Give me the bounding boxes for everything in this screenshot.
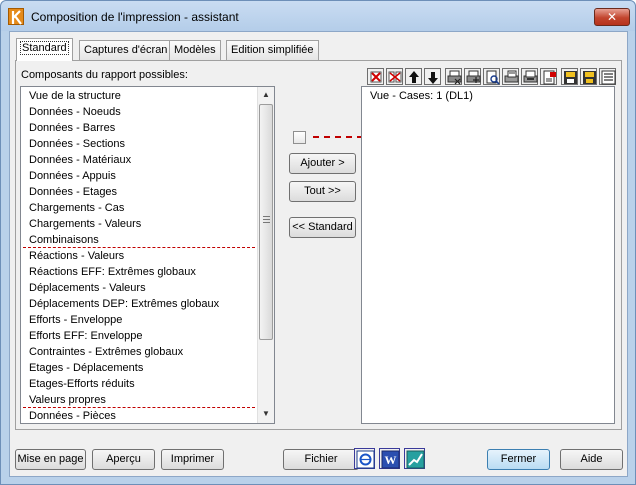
list-item[interactable]: Valeurs propres: [29, 392, 106, 408]
grip-line: [263, 222, 270, 223]
export-word-icon[interactable]: W: [379, 448, 400, 469]
scroll-up-icon[interactable]: ▲: [258, 87, 274, 103]
title-bar[interactable]: Composition de l'impression - assistant …: [1, 1, 635, 31]
print-icon[interactable]: [445, 68, 462, 85]
list-item[interactable]: Efforts - Enveloppe: [29, 312, 122, 328]
tab-edition-simplifiee[interactable]: Edition simplifiée: [226, 40, 319, 60]
list-item[interactable]: Etages-Efforts réduits: [29, 376, 135, 392]
open-template-icon[interactable]: [580, 68, 597, 85]
standard-button[interactable]: << Standard: [289, 217, 356, 238]
available-components-list[interactable]: Vue de la structure Données - Noeuds Don…: [20, 86, 275, 424]
list-item[interactable]: Vue - Cases: 1 (DL1): [370, 88, 473, 104]
separator-style-sample: [313, 136, 363, 138]
list-item[interactable]: Réactions - Valeurs: [29, 248, 124, 264]
list-item[interactable]: Chargements - Cas: [29, 200, 124, 216]
page-setup-icon[interactable]: [540, 68, 557, 85]
list-item[interactable]: Données - Noeuds: [29, 104, 121, 120]
list-item[interactable]: Etages - Déplacements: [29, 360, 143, 376]
list-item[interactable]: Données - Appuis: [29, 168, 116, 184]
report-contents-list[interactable]: Vue - Cases: 1 (DL1): [361, 86, 615, 424]
app-logo-icon: [8, 8, 24, 25]
add-button[interactable]: Ajouter >: [289, 153, 356, 174]
tab-label: Modèles: [174, 44, 216, 56]
grip-line: [263, 219, 270, 220]
save-template-icon[interactable]: [561, 68, 578, 85]
file-button[interactable]: Fichier: [283, 449, 359, 470]
print-settings-icon[interactable]: [464, 68, 481, 85]
components-label: Composants du rapport possibles:: [21, 69, 188, 81]
print-page-icon[interactable]: [502, 68, 519, 85]
delete-icon[interactable]: [367, 68, 384, 85]
move-up-icon[interactable]: [405, 68, 422, 85]
list-item[interactable]: Contraintes - Extrêmes globaux: [29, 344, 183, 360]
list-item[interactable]: Données - Pièces: [29, 408, 116, 424]
add-all-button[interactable]: Tout >>: [289, 181, 356, 202]
scrollbar-thumb[interactable]: [259, 104, 273, 340]
list-item[interactable]: Chargements - Valeurs: [29, 216, 141, 232]
help-button[interactable]: Aide: [560, 449, 623, 470]
export-html-icon[interactable]: [354, 448, 375, 469]
tab-panel-standard: Composants du rapport possibles: Vue de …: [15, 60, 622, 430]
list-item[interactable]: Combinaisons: [29, 232, 99, 248]
preview-button[interactable]: Aperçu: [92, 449, 155, 470]
move-down-icon[interactable]: [424, 68, 441, 85]
tab-label: Captures d'écran: [84, 44, 168, 56]
window-close-button[interactable]: ✕: [594, 8, 630, 26]
tab-modeles[interactable]: Modèles: [169, 40, 221, 60]
list-item[interactable]: Données - Etages: [29, 184, 117, 200]
list-item[interactable]: Déplacements - Valeurs: [29, 280, 146, 296]
tab-label: Edition simplifiée: [231, 44, 314, 56]
list-item[interactable]: Efforts EFF: Enveloppe: [29, 328, 143, 344]
close-button[interactable]: Fermer: [487, 449, 550, 470]
dialog-client-area: Standard Captures d'écran Modèles Editio…: [9, 31, 628, 477]
grip-line: [263, 216, 270, 217]
separator-checkbox[interactable]: [293, 131, 306, 144]
print-button[interactable]: Imprimer: [161, 449, 224, 470]
list-icon[interactable]: [599, 68, 616, 85]
page-setup-button[interactable]: Mise en page: [15, 449, 86, 470]
export-chart-icon[interactable]: [404, 448, 425, 469]
delete-all-icon[interactable]: [386, 68, 403, 85]
list-item[interactable]: Données - Sections: [29, 136, 125, 152]
tab-captures[interactable]: Captures d'écran: [79, 40, 173, 60]
tab-standard[interactable]: Standard: [16, 38, 73, 61]
list-item[interactable]: Données - Matériaux: [29, 152, 131, 168]
svg-text:W: W: [385, 453, 397, 467]
list-item[interactable]: Données - Barres: [29, 120, 115, 136]
report-toolbar: [367, 65, 619, 87]
print-all-icon[interactable]: [521, 68, 538, 85]
list-item[interactable]: Réactions EFF: Extrêmes globaux: [29, 264, 196, 280]
scroll-down-icon[interactable]: ▼: [258, 406, 274, 422]
tab-label: Standard: [20, 41, 69, 55]
list-item[interactable]: Déplacements DEP: Extrêmes globaux: [29, 296, 219, 312]
window-title: Composition de l'impression - assistant: [31, 10, 239, 24]
vertical-scrollbar[interactable]: ▲ ▼: [257, 87, 274, 423]
preview-icon[interactable]: [483, 68, 500, 85]
list-item[interactable]: Vue de la structure: [29, 88, 121, 104]
dialog-window: Composition de l'impression - assistant …: [0, 0, 636, 485]
